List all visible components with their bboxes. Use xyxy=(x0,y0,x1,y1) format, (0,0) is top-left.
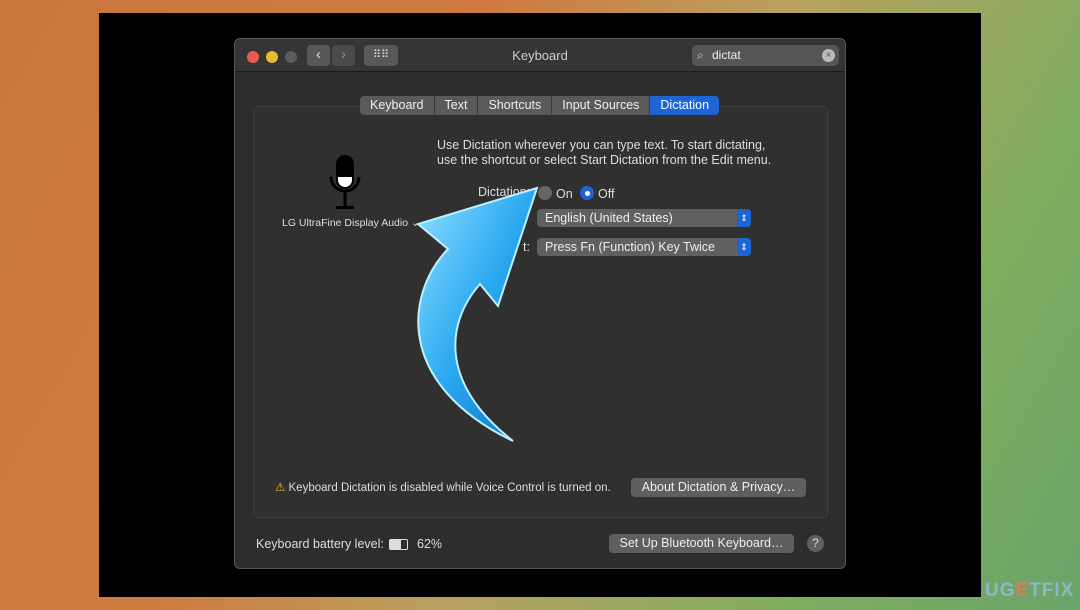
warning-icon: ⚠ xyxy=(275,482,286,494)
microphone-icon xyxy=(329,155,361,209)
help-button[interactable]: ? xyxy=(807,535,824,552)
tab-input-sources[interactable]: Input Sources xyxy=(552,96,651,115)
tab-bar: Keyboard Text Shortcuts Input Sources Di… xyxy=(360,96,720,115)
watermark-logo: UGETFIX xyxy=(985,580,1075,601)
battery-label: Keyboard battery level: xyxy=(256,537,384,551)
tab-dictation[interactable]: Dictation xyxy=(650,96,720,115)
about-dictation-button[interactable]: About Dictation & Privacy… xyxy=(631,478,806,497)
language-select[interactable]: English (United States) ⇕ xyxy=(537,209,751,227)
off-label: Off xyxy=(598,187,615,201)
tab-keyboard[interactable]: Keyboard xyxy=(360,96,435,115)
shortcut-select[interactable]: Press Fn (Function) Key Twice ⇕ xyxy=(537,238,751,256)
tab-text[interactable]: Text xyxy=(434,96,479,115)
tab-shortcuts[interactable]: Shortcuts xyxy=(478,96,553,115)
radio-off[interactable] xyxy=(580,186,594,200)
clear-search-icon[interactable]: × xyxy=(822,49,835,62)
arrow-annotation xyxy=(415,186,539,442)
bluetooth-keyboard-button[interactable]: Set Up Bluetooth Keyboard… xyxy=(609,534,794,553)
description-line2: use the shortcut or select Start Dictati… xyxy=(437,153,772,167)
title-bar: ‹ › ⠿⠿ Keyboard ⌕ dictat × xyxy=(235,39,845,72)
warning-message: ⚠ Keyboard Dictation is disabled while V… xyxy=(275,482,611,494)
stepper-icon: ⇕ xyxy=(737,238,751,256)
search-input[interactable]: ⌕ dictat × xyxy=(692,45,839,66)
battery-percent: 62% xyxy=(417,537,443,551)
preferences-window: ‹ › ⠿⠿ Keyboard ⌕ dictat × Keyboard Text… xyxy=(234,38,846,569)
battery-icon xyxy=(389,539,408,550)
search-icon: ⌕ xyxy=(697,48,704,62)
stepper-icon: ⇕ xyxy=(737,209,751,227)
search-value: dictat xyxy=(712,48,741,62)
description-line1: Use Dictation wherever you can type text… xyxy=(437,138,766,152)
